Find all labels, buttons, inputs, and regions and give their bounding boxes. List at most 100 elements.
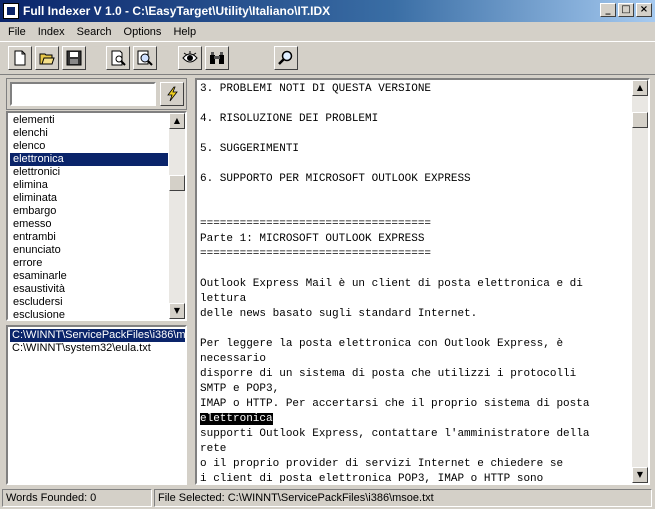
document-line: =================================== (200, 247, 630, 262)
line-text: 4. RISOLUZIONE DEI PROBLEMI (200, 113, 379, 125)
line-text: IMAP o HTTP. Per accertarsi che il propr… (200, 398, 590, 410)
document-scrollbar[interactable]: ▲ ▼ (632, 80, 648, 483)
line-text: Per leggere la posta elettronica con Out… (200, 338, 564, 350)
word-item[interactable]: embargo (10, 205, 168, 218)
line-text: lettura (200, 293, 247, 305)
menu-options[interactable]: Options (118, 26, 168, 38)
scroll-down-icon[interactable]: ▼ (169, 303, 185, 319)
word-item[interactable]: emesso (10, 218, 168, 231)
new-icon (14, 50, 26, 66)
word-item[interactable]: elenco (10, 140, 168, 153)
word-item[interactable]: elettronica (10, 153, 168, 166)
new-button[interactable] (8, 46, 32, 70)
document-line: necessario (200, 352, 630, 367)
line-text: delle news basato sugli standard Interne… (200, 308, 478, 320)
menu-bar: File Index Search Options Help (0, 22, 655, 41)
search-input[interactable] (10, 82, 156, 106)
document-line: supporti Outlook Express, contattare l'a… (200, 427, 630, 442)
word-list[interactable]: elementi elenchi elenco elettronica elettron… (6, 111, 187, 321)
line-text: =================================== (200, 248, 432, 260)
line-text: o il proprio provider di servizi Interne… (200, 458, 564, 470)
document-line: lettura (200, 292, 630, 307)
magnifier-icon (278, 50, 293, 65)
document-line: elettronica (200, 412, 630, 427)
word-item[interactable]: elimina (10, 179, 168, 192)
document-line: SMTP e POP3, (200, 382, 630, 397)
open-button[interactable] (35, 46, 59, 70)
window-title: Full Indexer V 1.0 - C:\EasyTarget\Utili… (23, 4, 331, 18)
word-item[interactable]: entrambi (10, 231, 168, 244)
word-item[interactable]: esclusione (10, 309, 168, 319)
document-line: o il proprio provider di servizi Interne… (200, 457, 630, 472)
document-line: 6. SUPPORTO PER MICROSOFT OUTLOOK EXPRES… (200, 172, 630, 187)
document-line: 4. RISOLUZIONE DEI PROBLEMI (200, 112, 630, 127)
highlighted-match: elettronica (200, 413, 273, 425)
line-text: i client di posta elettronica POP3, IMAP… (200, 473, 544, 485)
word-item[interactable]: errore (10, 257, 168, 270)
word-item[interactable]: enunciato (10, 244, 168, 257)
lightning-icon (167, 86, 178, 102)
word-list-scrollbar[interactable]: ▲ ▼ (169, 113, 185, 319)
binoculars-icon (210, 52, 224, 64)
document-line: Outlook Express Mail è un client di post… (200, 277, 630, 292)
word-item[interactable]: esaustività (10, 283, 168, 296)
scroll-thumb[interactable] (169, 175, 185, 191)
word-item[interactable]: escludersi (10, 296, 168, 309)
search-button[interactable] (274, 46, 298, 70)
word-item[interactable]: elettronici (10, 166, 168, 179)
line-text: =================================== (200, 218, 432, 230)
app-icon[interactable] (3, 3, 19, 19)
menu-help[interactable]: Help (167, 26, 202, 38)
file-item[interactable]: C:\WINNT\ServicePackFiles\i386\msoe.txt (10, 329, 185, 342)
document-line: 5. SUGGERIMENTI (200, 142, 630, 157)
eye-icon (182, 51, 198, 63)
go-button[interactable] (160, 82, 184, 106)
menu-search[interactable]: Search (71, 26, 118, 38)
document-line: =================================== (200, 217, 630, 232)
document-line: IMAP o HTTP. Per accertarsi che il propr… (200, 397, 630, 412)
close-button[interactable]: × (636, 3, 652, 17)
document-text: 3. PROBLEMI NOTI DI QUESTA VERSIONE 4. RI… (200, 82, 630, 485)
document-line: Per leggere la posta elettronica con Out… (200, 337, 630, 352)
line-text: Parte 1: MICROSOFT OUTLOOK EXPRESS (200, 233, 425, 245)
menu-index[interactable]: Index (32, 26, 71, 38)
title-bar: Full Indexer V 1.0 - C:\EasyTarget\Utili… (0, 0, 655, 22)
word-item[interactable]: eliminata (10, 192, 168, 205)
toolbar (0, 41, 655, 75)
line-text: 6. SUPPORTO PER MICROSOFT OUTLOOK EXPRES… (200, 173, 471, 185)
save-button[interactable] (62, 46, 86, 70)
left-pane: elementi elenchi elenco elettronica elettron… (6, 78, 187, 485)
zoom-page-button[interactable] (133, 46, 157, 70)
line-text: 5. SUGGERIMENTI (200, 143, 300, 155)
line-text: Outlook Express Mail è un client di post… (200, 278, 583, 290)
word-item[interactable]: elenchi (10, 127, 168, 140)
word-item[interactable]: elementi (10, 114, 168, 127)
minimize-button[interactable]: _ (600, 3, 616, 17)
line-text: 3. PROBLEMI NOTI DI QUESTA VERSIONE (200, 83, 432, 95)
file-selected-status: File Selected: C:\WINNT\ServicePackFiles… (154, 489, 652, 507)
scroll-up-icon[interactable]: ▲ (632, 80, 648, 96)
line-text: necessario (200, 353, 267, 365)
find-button[interactable] (205, 46, 229, 70)
document-view[interactable]: 3. PROBLEMI NOTI DI QUESTA VERSIONE 4. RI… (195, 78, 650, 485)
menu-file[interactable]: File (2, 26, 32, 38)
file-item[interactable]: C:\WINNT\system32\eula.txt (10, 342, 185, 355)
maximize-button[interactable]: □ (618, 3, 634, 17)
line-text: rete (200, 443, 227, 455)
search-panel (6, 78, 187, 110)
scroll-down-icon[interactable]: ▼ (632, 467, 648, 483)
word-item[interactable]: esaminarle (10, 270, 168, 283)
document-line: 3. PROBLEMI NOTI DI QUESTA VERSIONE (200, 82, 630, 97)
scroll-thumb[interactable] (632, 112, 648, 128)
view-button[interactable] (178, 46, 202, 70)
scroll-up-icon[interactable]: ▲ (169, 113, 185, 129)
print-preview-button[interactable] (106, 46, 130, 70)
file-list[interactable]: C:\WINNT\ServicePackFiles\i386\msoe.txtC… (6, 325, 187, 485)
document-line: disporre di un sistema di posta che util… (200, 367, 630, 382)
